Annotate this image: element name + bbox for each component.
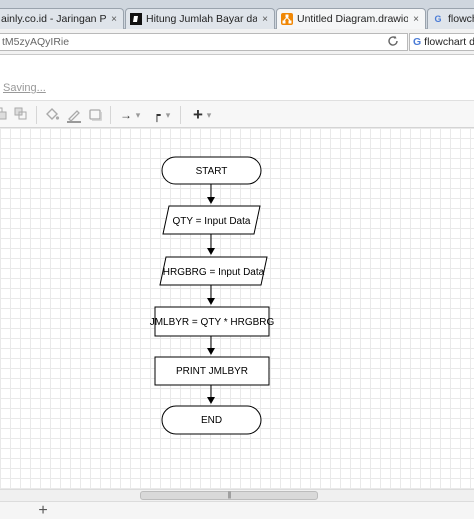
close-icon[interactable]: ×	[109, 14, 119, 25]
shadow-icon[interactable]	[88, 107, 104, 123]
flowchart-diagram: START QTY = Input Data HRGBRG = Input Da…	[150, 156, 275, 435]
chevron-down-icon[interactable]: ▾	[134, 107, 142, 123]
flowchart-node-input-hrgbrg[interactable]: HRGBRG = Input Data	[159, 256, 268, 286]
drawio-icon	[281, 13, 293, 25]
flowchart-node-input-qty[interactable]: QTY = Input Data	[162, 205, 261, 235]
page-tab-bar: +	[0, 501, 474, 519]
google-icon: G	[413, 36, 422, 48]
line-color-icon[interactable]	[66, 107, 82, 123]
search-input[interactable]: Gflowchart di	[409, 33, 474, 51]
google-icon: G	[434, 14, 442, 24]
node-label: START	[196, 166, 228, 177]
browser-tab-drawio[interactable]: Untitled Diagram.drawio - dra... ×	[276, 8, 426, 29]
search-text: flowchart di	[424, 36, 474, 48]
node-label: HRGBRG = Input Data	[163, 267, 265, 278]
flowchart-node-process[interactable]: JMLBYR = QTY * HRGBRG	[150, 306, 275, 337]
close-icon[interactable]: ×	[260, 14, 270, 25]
flowchart-node-end[interactable]: END	[161, 405, 262, 435]
node-label: JMLBYR = QTY * HRGBRG	[150, 317, 275, 328]
diagram-canvas[interactable]: START QTY = Input Data HRGBRG = Input Da…	[0, 128, 474, 489]
tab-title: Hitung Jumlah Bayar dari ban...	[146, 13, 257, 25]
browser-tab-google-flowchart[interactable]: G flowchart	[427, 8, 474, 29]
toolbar-divider	[110, 106, 111, 124]
browser-address-bar: tM5zyAQyIRie Gflowchart di	[0, 29, 474, 55]
connection-arrow-icon[interactable]: →	[118, 107, 134, 123]
browser-tab-brainly-network[interactable]: ainly.co.id - Jaringan Pemb... ×	[0, 8, 124, 29]
chevron-down-icon[interactable]: ▾	[164, 107, 172, 123]
scrollbar-thumb[interactable]: |||	[140, 491, 318, 500]
horizontal-scrollbar[interactable]: |||	[0, 489, 474, 501]
add-page-icon[interactable]: +	[36, 502, 50, 519]
diagram-toolbar: → ▾ ┍ ▾ + ▾	[0, 100, 474, 128]
browser-tab-hitung-jumlah[interactable]: Hitung Jumlah Bayar dari ban... ×	[125, 8, 275, 29]
flowchart-node-start[interactable]: START	[161, 156, 262, 185]
node-label: PRINT JMLBYR	[176, 366, 248, 377]
tab-title: ainly.co.id - Jaringan Pemb...	[1, 13, 106, 25]
url-input[interactable]: tM5zyAQyIRie	[0, 33, 408, 51]
fill-color-icon[interactable]	[44, 107, 60, 123]
waypoints-icon[interactable]: ┍	[150, 107, 164, 123]
flowchart-node-print[interactable]: PRINT JMLBYR	[154, 356, 270, 386]
brainly-icon	[130, 13, 142, 25]
insert-plus-icon[interactable]: +	[190, 106, 206, 123]
to-back-icon[interactable]	[0, 107, 8, 123]
node-label: END	[201, 415, 222, 426]
browser-tab-strip: ainly.co.id - Jaringan Pemb... × Hitung …	[0, 0, 474, 29]
save-status-link[interactable]: Saving...	[3, 82, 46, 94]
tab-title: Untitled Diagram.drawio - dra...	[297, 13, 408, 25]
tab-title: flowchart	[448, 13, 474, 25]
to-front-icon[interactable]	[14, 107, 28, 123]
app-menu-area	[0, 56, 474, 100]
toolbar-divider	[180, 106, 181, 124]
close-icon[interactable]: ×	[411, 14, 421, 25]
reload-icon[interactable]	[386, 35, 400, 49]
chevron-down-icon[interactable]: ▾	[205, 107, 213, 123]
node-label: QTY = Input Data	[173, 216, 251, 227]
toolbar-divider	[36, 106, 37, 124]
